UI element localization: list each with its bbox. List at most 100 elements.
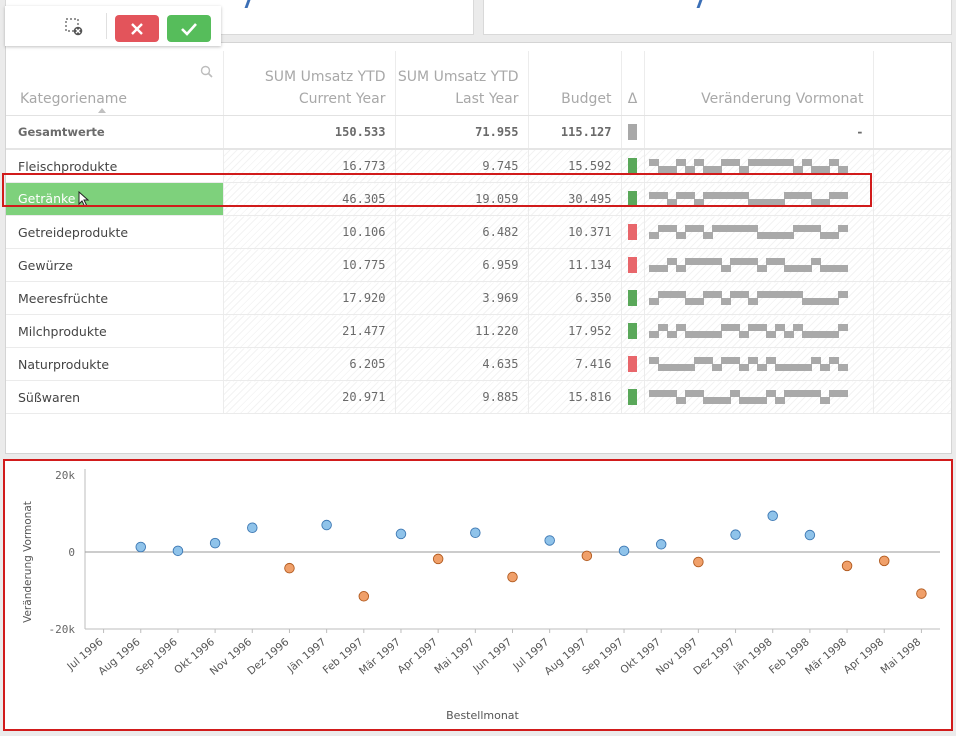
col-header-current-year[interactable]: SUM Umsatz YTD Current Year xyxy=(223,51,396,116)
sparkline-segment xyxy=(684,390,695,397)
sparkline-segment xyxy=(693,159,704,166)
sparkline-segment xyxy=(675,232,686,239)
total-budget: 115.127 xyxy=(528,115,622,150)
sparkline-cell xyxy=(644,215,874,249)
sparkline-segment xyxy=(819,265,830,272)
sparkline-segment xyxy=(684,258,695,265)
sparkline xyxy=(648,258,848,272)
sparkline-segment xyxy=(693,258,704,265)
sparkline-segment xyxy=(666,331,677,338)
sparkline-segment xyxy=(657,166,668,173)
category-cell[interactable]: Meeresfrüchte xyxy=(6,281,224,315)
search-icon[interactable] xyxy=(200,65,213,78)
sparkline-segment xyxy=(801,390,812,397)
sparkline-segment xyxy=(774,199,785,206)
cancel-selection-button[interactable] xyxy=(115,15,159,42)
sparkline-segment xyxy=(756,265,767,272)
sparkline-segment xyxy=(693,225,704,232)
table-row[interactable]: Fleischprodukte 16.773 9.745 15.592 xyxy=(6,149,951,183)
sparkline-segment xyxy=(828,298,839,305)
sparkline-segment xyxy=(729,291,740,298)
sparkline-segment xyxy=(828,232,839,239)
table-row[interactable]: Gewürze 10.775 6.959 11.134 xyxy=(6,248,951,282)
x-tick-label: Apr 1997 xyxy=(395,636,440,676)
table-row[interactable]: Naturprodukte 6.205 4.635 7.416 xyxy=(6,347,951,381)
total-trend: - xyxy=(644,115,874,150)
sparkline-segment xyxy=(810,331,821,338)
sparkline-segment xyxy=(765,331,776,338)
category-cell[interactable]: Getreideprodukte xyxy=(6,215,224,249)
sparkline-segment xyxy=(720,192,731,199)
sparkline-cell xyxy=(644,347,874,381)
sparkline-segment xyxy=(684,331,695,338)
sparkline-segment xyxy=(828,357,839,364)
sparkline-segment xyxy=(810,357,821,364)
category-cell[interactable]: Milchprodukte xyxy=(6,314,224,348)
sparkline-segment xyxy=(675,265,686,272)
table-row[interactable]: Meeresfrüchte 17.920 3.969 6.350 xyxy=(6,281,951,315)
sparkline-segment xyxy=(738,331,749,338)
sparkline-segment xyxy=(837,291,848,298)
total-last: 71.955 xyxy=(395,115,529,150)
delta-indicator-cell xyxy=(621,314,645,348)
sparkline-segment xyxy=(765,232,776,239)
table-row[interactable]: Milchprodukte 21.477 11.220 17.952 xyxy=(6,314,951,348)
current-year-cell: 20.971 xyxy=(223,380,396,414)
status-indicator xyxy=(628,224,637,240)
sparkline-segment xyxy=(747,159,758,166)
sparkline-segment xyxy=(729,258,740,265)
sparkline-segment xyxy=(738,258,749,265)
sparkline-segment xyxy=(765,159,776,166)
status-indicator xyxy=(628,158,637,174)
col-header-kategoriename[interactable]: Kategoriename xyxy=(6,51,224,116)
col-header-last-year[interactable]: SUM Umsatz YTD Last Year xyxy=(395,51,529,116)
category-cell[interactable]: Süßwaren xyxy=(6,380,224,414)
col-header-budget[interactable]: Budget xyxy=(528,51,622,116)
sparkline-segment xyxy=(801,298,812,305)
sparkline-segment xyxy=(756,199,767,206)
sparkline-segment xyxy=(792,364,803,371)
table-row[interactable]: Getränke 46.305 19.059 30.495 xyxy=(6,182,951,216)
total-label: Gesamtwerte xyxy=(6,115,224,150)
sparkline-segment xyxy=(783,364,794,371)
sparkline-segment xyxy=(693,298,704,305)
sparkline-segment xyxy=(711,166,722,173)
empty-cell xyxy=(873,347,951,381)
sort-caret-icon xyxy=(98,108,106,113)
sparkline-segment xyxy=(837,324,848,331)
close-icon xyxy=(131,22,143,35)
sparkline-segment xyxy=(720,397,731,404)
category-cell[interactable]: Naturprodukte xyxy=(6,347,224,381)
col-header-delta[interactable]: Δ xyxy=(621,51,645,116)
col-header-veraenderung[interactable]: Veränderung Vormonat xyxy=(644,51,874,116)
table-row[interactable]: Süßwaren 20.971 9.885 15.816 xyxy=(6,380,951,414)
confirm-selection-button[interactable] xyxy=(167,15,211,42)
sparkline-segment xyxy=(720,298,731,305)
category-cell[interactable]: Gewürze xyxy=(6,248,224,282)
last-year-cell: 6.959 xyxy=(395,248,529,282)
lasso-clear-icon[interactable] xyxy=(65,18,83,36)
sparkline-segment xyxy=(810,225,821,232)
sparkline xyxy=(648,357,848,371)
sparkline-segment xyxy=(648,192,659,199)
sparkline-segment xyxy=(693,199,704,206)
sparkline-segment xyxy=(702,258,713,265)
sparkline-segment xyxy=(801,192,812,199)
sparkline-segment xyxy=(756,232,767,239)
sparkline-segment xyxy=(684,364,695,371)
sparkline-segment xyxy=(756,364,767,371)
toolbar-divider xyxy=(106,13,107,39)
sparkline-segment xyxy=(783,291,794,298)
category-cell[interactable]: Getränke xyxy=(6,182,224,216)
x-tick-label: Dez 1997 xyxy=(691,636,737,677)
data-point xyxy=(878,555,890,567)
sparkline-segment xyxy=(702,166,713,173)
total-indicator-cell xyxy=(621,115,645,150)
table-row[interactable]: Getreideprodukte 10.106 6.482 10.371 xyxy=(6,215,951,249)
category-cell[interactable]: Fleischprodukte xyxy=(6,149,224,183)
sparkline-segment xyxy=(720,159,731,166)
data-point xyxy=(693,556,704,568)
sparkline-segment xyxy=(666,364,677,371)
sparkline-segment xyxy=(819,166,830,173)
sparkline-segment xyxy=(747,397,758,404)
